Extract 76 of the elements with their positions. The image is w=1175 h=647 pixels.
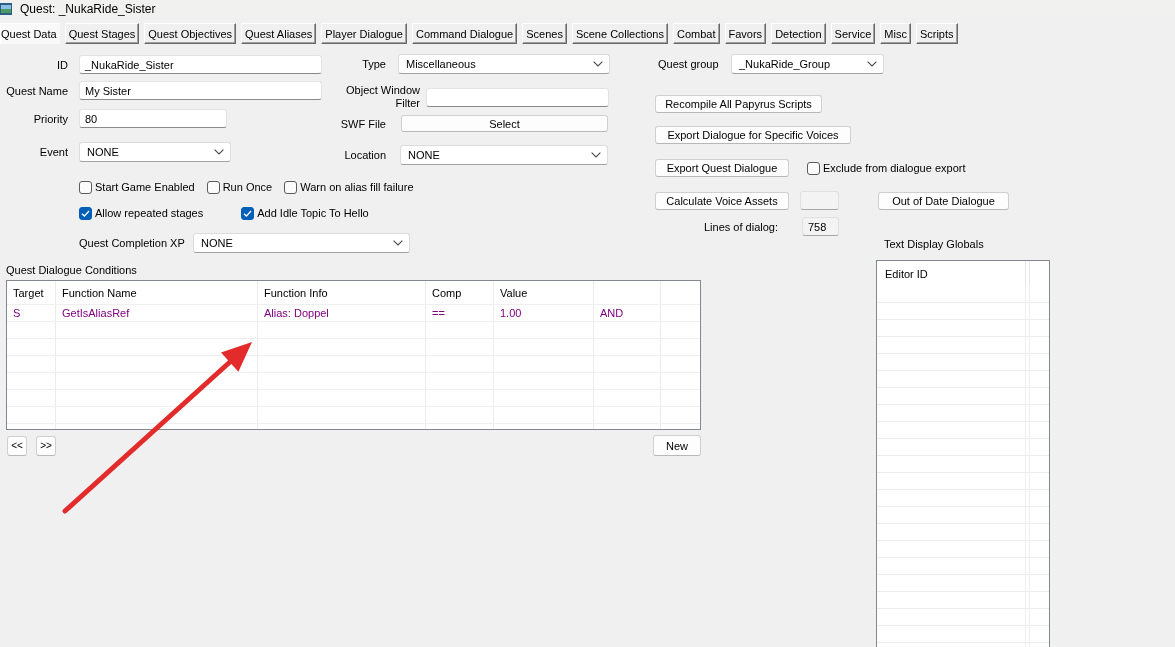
column-header[interactable]: Function Info bbox=[258, 281, 426, 304]
checkbox-label[interactable]: Add Idle Topic To Hello bbox=[257, 207, 369, 219]
tab[interactable]: Detection bbox=[771, 23, 826, 44]
window-title: Quest: _NukaRide_Sister bbox=[20, 1, 156, 16]
field-label: Priority bbox=[32, 112, 68, 125]
app-icon bbox=[0, 2, 12, 15]
new-button[interactable]: New bbox=[653, 435, 701, 456]
chevron-down-icon bbox=[393, 240, 403, 246]
checkbox[interactable] bbox=[79, 180, 92, 194]
tab[interactable]: Scripts bbox=[915, 23, 958, 44]
field-label: Event bbox=[38, 146, 68, 158]
field-label: Type bbox=[361, 58, 386, 70]
tab[interactable]: Favors bbox=[724, 23, 767, 44]
quest-group-dropdown[interactable]: _NukaRide_Group bbox=[731, 54, 884, 74]
column-header[interactable]: Function Name bbox=[56, 281, 258, 304]
field-label: Lines of dialog: bbox=[703, 220, 778, 233]
field-label: Location bbox=[343, 149, 386, 161]
column-header[interactable]: Target bbox=[7, 281, 56, 304]
tab[interactable]: Quest Stages bbox=[64, 23, 140, 44]
export-quest-dialogue-button[interactable]: Export Quest Dialogue bbox=[655, 159, 789, 177]
field-label: Quest Name bbox=[5, 84, 68, 97]
quest-completion-xp-dropdown[interactable]: NONE bbox=[193, 233, 410, 253]
chevron-down-icon bbox=[591, 152, 601, 158]
tab[interactable]: Player Dialogue bbox=[321, 23, 407, 44]
field-label: SWF File bbox=[340, 117, 386, 130]
tab[interactable]: Command Dialogue bbox=[412, 23, 518, 44]
calculate-voice-assets-button[interactable]: Calculate Voice Assets bbox=[655, 191, 789, 210]
field-label: Quest Completion XP bbox=[79, 237, 186, 249]
field-label: Object Window Filter bbox=[345, 84, 420, 110]
type-dropdown[interactable]: Miscellaneous bbox=[398, 54, 610, 74]
tab[interactable]: Quest Aliases bbox=[241, 23, 317, 44]
tab[interactable]: Combat bbox=[672, 23, 720, 44]
section-label: Text Display Globals bbox=[884, 238, 984, 251]
checkbox-label[interactable]: Run Once bbox=[222, 181, 273, 193]
chevron-down-icon bbox=[214, 149, 224, 155]
checkbox[interactable] bbox=[241, 206, 255, 220]
event-dropdown[interactable]: NONE bbox=[79, 142, 231, 162]
column-header[interactable]: Comp bbox=[426, 281, 494, 304]
checkbox[interactable] bbox=[807, 161, 820, 175]
table-cell: Alias: Doppel bbox=[258, 305, 426, 321]
tab[interactable]: Scene Collections bbox=[571, 23, 668, 44]
select-button[interactable]: Select bbox=[401, 115, 608, 132]
checkbox-label[interactable]: Allow repeated stages bbox=[95, 207, 204, 219]
chevron-down-icon bbox=[867, 61, 877, 67]
checkbox[interactable] bbox=[79, 206, 92, 220]
table-cell: GetIsAliasRef bbox=[56, 305, 258, 321]
checkbox[interactable] bbox=[284, 180, 298, 194]
object-window-filter-field[interactable] bbox=[426, 87, 609, 107]
tab[interactable]: Scenes bbox=[522, 23, 567, 44]
location-dropdown[interactable]: NONE bbox=[400, 145, 608, 165]
checkbox-label[interactable]: Start Game Enabled bbox=[95, 181, 195, 193]
out-of-date-dialogue-button[interactable]: Out of Date Dialogue bbox=[878, 191, 1009, 210]
column-header[interactable]: Editor ID bbox=[877, 261, 1026, 286]
table-cell: 1.00 bbox=[494, 305, 594, 321]
checkbox-label[interactable]: Exclude from dialogue export bbox=[823, 162, 966, 174]
previous-button[interactable]: << bbox=[7, 435, 27, 456]
column-header[interactable]: Value bbox=[494, 281, 594, 304]
field-label: Quest group bbox=[658, 58, 720, 70]
tab[interactable]: Service bbox=[830, 23, 876, 44]
tab[interactable]: Misc bbox=[880, 23, 911, 44]
section-label: Quest Dialogue Conditions bbox=[6, 263, 138, 277]
checkbox[interactable] bbox=[206, 180, 220, 194]
table-cell: S bbox=[7, 305, 56, 321]
checkbox-label[interactable]: Warn on alias fill failure bbox=[300, 181, 414, 193]
recompile-button[interactable]: Recompile All Papyrus Scripts bbox=[655, 95, 822, 113]
priority-field[interactable]: 80 bbox=[79, 109, 227, 128]
field-label: ID bbox=[56, 58, 68, 71]
quest-name-field[interactable]: My Sister bbox=[79, 81, 322, 100]
chevron-down-icon bbox=[593, 61, 603, 67]
id-field[interactable]: _NukaRide_Sister bbox=[79, 55, 322, 74]
export-voices-button[interactable]: Export Dialogue for Specific Voices bbox=[655, 126, 851, 144]
table-cell: == bbox=[426, 305, 494, 321]
table-cell: AND bbox=[594, 305, 661, 321]
tab[interactable]: Quest Objectives bbox=[144, 23, 237, 44]
tab[interactable]: Quest Data bbox=[0, 23, 60, 44]
next-button[interactable]: >> bbox=[36, 435, 56, 456]
